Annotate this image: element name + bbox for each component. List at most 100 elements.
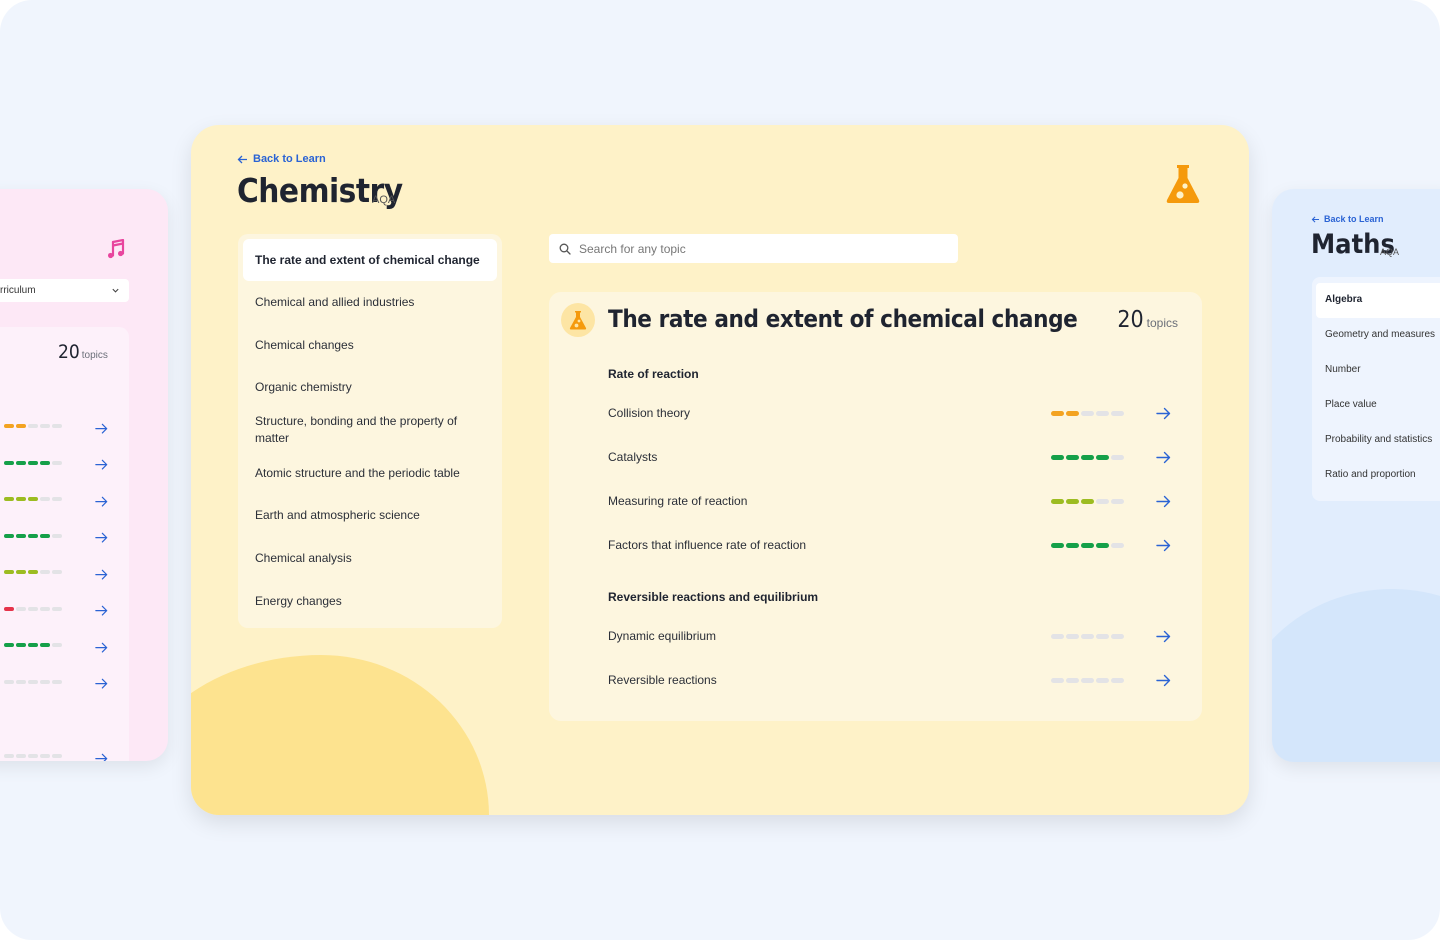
- maths-topic-item[interactable]: Number: [1312, 353, 1440, 388]
- topic-item[interactable]: Earth and atmospheric science: [238, 494, 502, 537]
- search-input[interactable]: [579, 241, 939, 256]
- arrow-right-icon[interactable]: [1156, 495, 1171, 508]
- progress-indicator: [1051, 499, 1124, 504]
- progress-segment: [16, 497, 26, 501]
- exam-board-tag: AQA: [372, 194, 396, 206]
- topic-item[interactable]: Chemical analysis: [238, 537, 502, 580]
- progress-indicator: [1051, 455, 1124, 460]
- topic-item[interactable]: Atomic structure and the periodic table: [238, 452, 502, 495]
- progress-indicator: [4, 424, 62, 428]
- topic-item-label: Earth and atmospheric science: [255, 508, 420, 523]
- music-topic-row[interactable]: [4, 494, 114, 507]
- arrow-right-icon[interactable]: [95, 604, 108, 616]
- arrow-right-icon[interactable]: [95, 751, 108, 761]
- topic-item[interactable]: Chemical and allied industries: [238, 281, 502, 324]
- progress-segment: [1051, 543, 1064, 548]
- decorative-blob: [1272, 589, 1440, 762]
- topic-row[interactable]: Dynamic equilibrium: [608, 629, 1178, 645]
- maths-topic-item[interactable]: Ratio and proportion: [1312, 458, 1440, 493]
- progress-segment: [4, 643, 14, 647]
- maths-subject-card[interactable]: Back to Learn Maths AQA Algebra Geometry …: [1272, 189, 1440, 762]
- music-topic-row[interactable]: [4, 458, 114, 470]
- arrow-right-icon[interactable]: [95, 640, 108, 653]
- progress-segment: [1081, 543, 1094, 548]
- progress-segment: [40, 570, 50, 574]
- music-topic-row[interactable]: [4, 421, 114, 434]
- music-topic-row[interactable]: [4, 604, 114, 616]
- progress-segment: [1081, 678, 1094, 683]
- topic-row[interactable]: Catalysts: [608, 450, 1178, 466]
- topic-item[interactable]: Structure, bonding and the property of m…: [238, 409, 502, 452]
- progress-indicator: [4, 497, 62, 501]
- progress-indicator: [4, 570, 62, 574]
- progress-segment: [1096, 678, 1109, 683]
- topic-row[interactable]: Reversible reactions: [608, 673, 1178, 689]
- topic-item[interactable]: The rate and extent of chemical change: [243, 239, 497, 281]
- arrow-right-icon[interactable]: [95, 677, 108, 689]
- progress-segment: [1111, 455, 1124, 460]
- progress-segment: [52, 754, 62, 758]
- arrow-right-icon[interactable]: [1156, 630, 1171, 643]
- progress-segment: [40, 754, 50, 758]
- arrow-right-icon[interactable]: [1156, 674, 1171, 687]
- chevron-down-icon: [112, 288, 119, 293]
- topic-row-label: Collision theory: [608, 406, 691, 420]
- arrow-right-icon[interactable]: [95, 531, 108, 543]
- maths-back-link[interactable]: Back to Learn: [1311, 214, 1384, 224]
- topic-row[interactable]: Collision theory: [608, 406, 1178, 422]
- arrow-right-icon[interactable]: [95, 494, 108, 507]
- music-topics-panel: [0, 327, 129, 761]
- music-topic-row[interactable]: [4, 531, 114, 543]
- topic-item[interactable]: Organic chemistry: [238, 366, 502, 409]
- arrow-right-icon[interactable]: [1156, 407, 1171, 420]
- maths-topic-item[interactable]: Probability and statistics: [1312, 423, 1440, 458]
- arrow-right-icon[interactable]: [95, 458, 108, 470]
- topic-item-label: The rate and extent of chemical change: [255, 252, 480, 267]
- progress-segment: [1111, 634, 1124, 639]
- curriculum-dropdown-value: rriculum: [0, 285, 36, 296]
- progress-segment: [28, 533, 38, 538]
- progress-indicator: [4, 533, 62, 538]
- maths-topic-list: Algebra Geometry and measures Number Place …: [1312, 277, 1440, 501]
- topic-search[interactable]: [549, 234, 958, 263]
- progress-indicator: [4, 754, 62, 758]
- topic-detail-panel: The rate and extent of chemical change 2…: [549, 292, 1202, 721]
- topic-row-label: Dynamic equilibrium: [608, 629, 717, 643]
- topic-item[interactable]: Energy changes: [238, 580, 502, 623]
- topic-item-label: Chemical analysis: [255, 550, 352, 565]
- music-topic-row[interactable]: [4, 640, 114, 653]
- progress-segment: [1051, 411, 1064, 416]
- maths-board: AQA: [1380, 247, 1400, 257]
- progress-segment: [16, 606, 26, 611]
- arrow-right-icon[interactable]: [1156, 451, 1171, 464]
- topic-item[interactable]: Chemical changes: [238, 324, 502, 367]
- topic-item-label: Atomic structure and the periodic table: [255, 465, 460, 480]
- progress-segment: [4, 679, 14, 684]
- topic-item-label: Chemical and allied industries: [255, 294, 415, 309]
- app-canvas: rriculum 20 topics Back to Learn Maths AQ…: [0, 0, 1440, 940]
- music-subject-card[interactable]: rriculum 20 topics: [0, 189, 168, 761]
- music-topic-row[interactable]: [4, 567, 114, 580]
- arrow-right-icon[interactable]: [1156, 539, 1171, 552]
- back-to-learn-link[interactable]: Back to Learn: [237, 153, 326, 165]
- progress-segment: [4, 570, 14, 574]
- maths-topic-item[interactable]: Geometry and measures: [1312, 318, 1440, 353]
- music-topic-row[interactable]: [4, 751, 114, 761]
- progress-segment: [52, 606, 62, 611]
- chemistry-topic-list: The rate and extent of chemical change Ch…: [238, 234, 502, 628]
- maths-topic-item[interactable]: Algebra: [1316, 283, 1440, 318]
- progress-segment: [1051, 455, 1064, 460]
- curriculum-dropdown[interactable]: rriculum: [0, 279, 129, 302]
- arrow-right-icon[interactable]: [95, 421, 108, 434]
- arrow-right-icon[interactable]: [95, 567, 108, 580]
- topic-row[interactable]: Measuring rate of reaction: [608, 494, 1178, 510]
- flask-icon: [1166, 165, 1200, 203]
- progress-segment: [28, 497, 38, 501]
- progress-segment: [1066, 455, 1079, 460]
- progress-segment: [4, 424, 14, 428]
- flask-icon: [569, 311, 587, 330]
- topic-row[interactable]: Factors that influence rate of reaction: [608, 538, 1178, 554]
- maths-topic-item[interactable]: Place value: [1312, 388, 1440, 423]
- chemistry-subject-card: Back to Learn Chemistry AQA The rate and…: [191, 125, 1249, 815]
- music-topic-row[interactable]: [4, 677, 114, 689]
